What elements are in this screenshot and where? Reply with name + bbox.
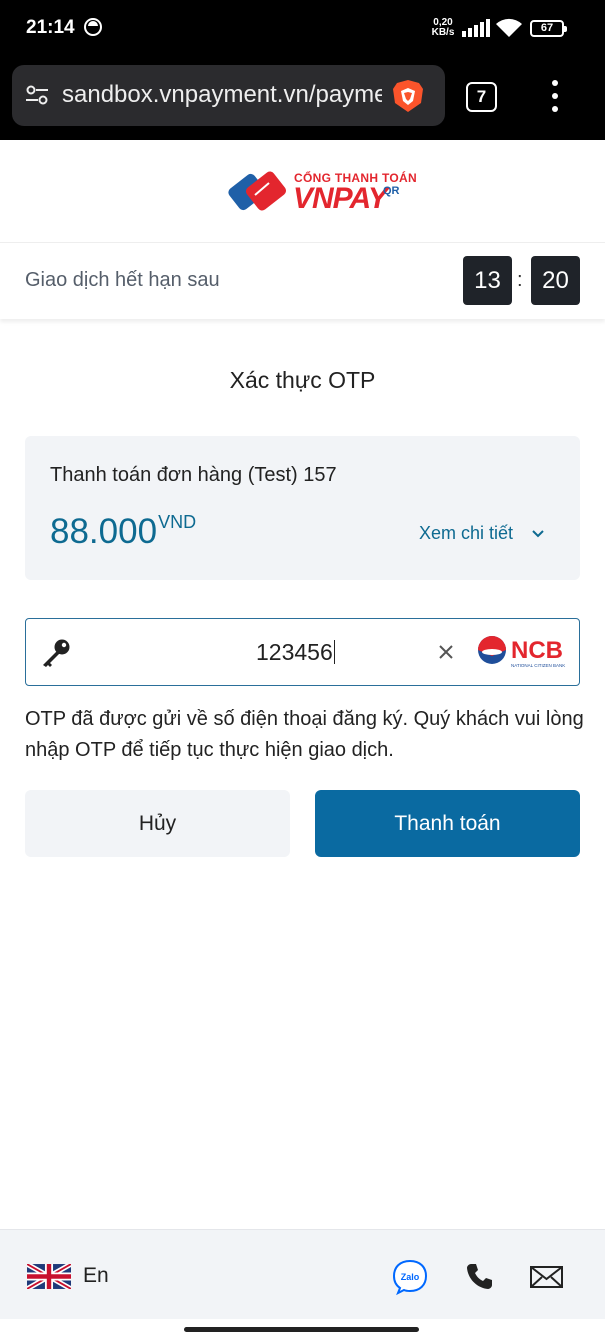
footer: En Zalo (0, 1229, 605, 1319)
bank-name: NCB (511, 637, 563, 664)
site-settings-icon[interactable] (25, 83, 49, 107)
order-amount: 88.000VND (50, 512, 196, 552)
address-bar[interactable]: sandbox.vnpayment.vn/payment (12, 65, 445, 126)
browser-menu-icon[interactable] (548, 80, 562, 114)
zalo-label: Zalo (401, 1272, 420, 1282)
tab-switcher-button[interactable]: 7 (466, 82, 497, 112)
timer-label: Giao dịch hết hạn sau (25, 269, 220, 291)
home-gesture-handle[interactable] (184, 1327, 419, 1332)
signal-icon (462, 19, 490, 37)
brave-shield-icon[interactable] (392, 79, 424, 113)
pay-button[interactable]: Thanh toán (315, 790, 580, 857)
battery-icon: 67 (530, 20, 567, 37)
chevron-down-icon[interactable] (532, 528, 544, 540)
net-speed-unit: KB/s (431, 27, 455, 38)
language-selector[interactable]: En (83, 1264, 109, 1288)
timer-minutes: 13 (463, 256, 512, 305)
ncb-bank-logo: NCB NATIONAL CITIZEN BANK (478, 636, 565, 668)
phone-icon[interactable] (465, 1262, 493, 1290)
header-logo-area: CỔNG THANH TOÁN VNPAY QR (0, 140, 605, 243)
logo-brand: VNPAY (293, 182, 388, 215)
notification-face-icon (84, 18, 102, 36)
zalo-icon[interactable]: Zalo (391, 1258, 429, 1296)
vnpay-logo-mark (228, 171, 286, 211)
mail-icon[interactable] (530, 1266, 563, 1288)
timer-seconds: 20 (531, 256, 580, 305)
amount-currency: VND (158, 512, 197, 532)
url-text[interactable]: sandbox.vnpayment.vn/payment (62, 81, 382, 109)
amount-value: 88.000 (50, 512, 158, 551)
page-title: Xác thực OTP (229, 367, 376, 393)
status-bar: 21:14 0,20 KB/s 67 (0, 0, 605, 58)
expiry-timer-bar: Giao dịch hết hạn sau 13 : 20 (0, 243, 605, 319)
view-details-link[interactable]: Xem chi tiết (419, 523, 513, 544)
system-nav-bar (0, 1319, 605, 1344)
timer-separator: : (517, 269, 523, 291)
key-icon (43, 639, 70, 667)
cancel-button[interactable]: Hủy (25, 790, 290, 857)
browser-toolbar: sandbox.vnpayment.vn/payment 7 (0, 58, 605, 140)
otp-field[interactable]: 123456 NCB NATIONAL CITIZEN BANK (25, 618, 580, 686)
bank-tagline: NATIONAL CITIZEN BANK (511, 663, 565, 668)
order-summary-card: Thanh toán đơn hàng (Test) 157 88.000VND… (25, 436, 580, 580)
net-speed: 0,20 KB/s (428, 18, 458, 38)
order-name: Thanh toán đơn hàng (Test) 157 (50, 464, 337, 486)
otp-instruction: OTP đã được gửi về số điện thoại đăng ký… (25, 708, 584, 761)
logo-brand-suffix: QR (383, 185, 400, 197)
status-time: 21:14 (26, 17, 75, 38)
clear-icon[interactable] (436, 642, 456, 662)
otp-input[interactable]: 123456 (256, 639, 335, 666)
wifi-icon (496, 18, 522, 37)
uk-flag-icon[interactable] (27, 1264, 71, 1289)
